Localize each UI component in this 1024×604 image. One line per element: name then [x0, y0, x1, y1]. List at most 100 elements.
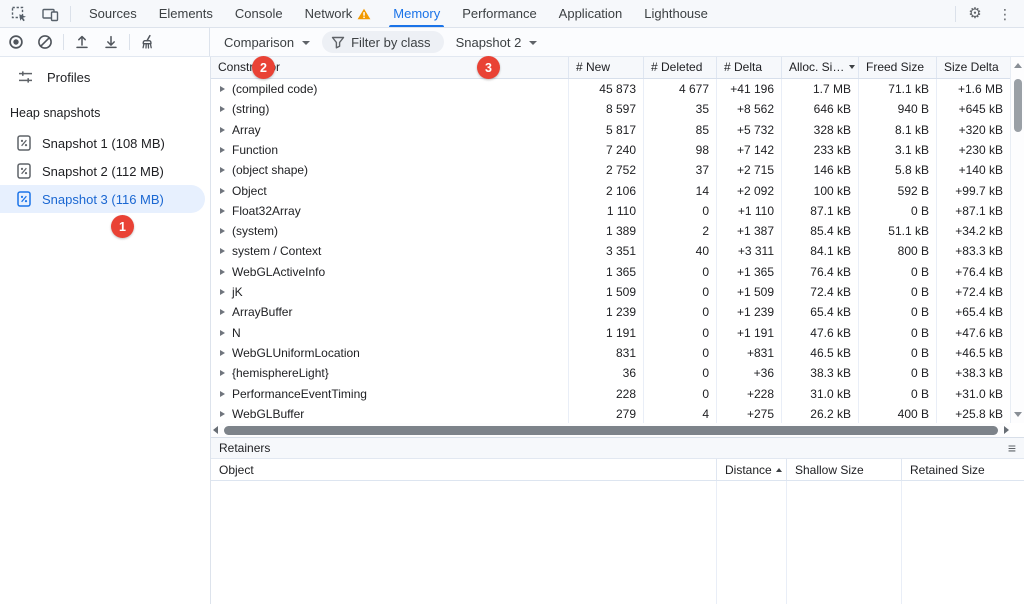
column-header-size-delta[interactable]: Size Delta: [937, 57, 1010, 78]
expand-arrow-icon[interactable]: [220, 207, 225, 214]
expand-arrow-icon[interactable]: [220, 410, 225, 417]
freed-size-cell: 0 B: [859, 281, 937, 303]
save-profile-button[interactable]: [98, 31, 124, 53]
size-delta-cell: +99.7 kB: [955, 183, 1003, 198]
scroll-down-arrow-icon[interactable]: [1014, 412, 1022, 417]
expand-arrow-icon[interactable]: [220, 349, 225, 356]
sidebar-item-snapshot-2[interactable]: Snapshot 2 (112 MB): [0, 157, 205, 185]
expand-arrow-icon[interactable]: [220, 167, 225, 174]
sidebar-item-profiles[interactable]: Profiles: [0, 63, 210, 91]
inspect-element-button[interactable]: [6, 3, 32, 25]
horizontal-scrollbar[interactable]: [211, 423, 1010, 437]
alloc-size-cell: 146 kB: [782, 160, 859, 181]
collect-garbage-button[interactable]: [135, 31, 161, 53]
column-header-delta[interactable]: # Delta: [717, 57, 782, 78]
expand-arrow-icon[interactable]: [220, 289, 225, 296]
sidebar-item-snapshot-3[interactable]: Snapshot 3 (116 MB): [0, 185, 205, 213]
table-row[interactable]: jK 1 509 0 +1 509 72.4 kB 0 B +72.4 kB: [211, 281, 1010, 303]
column-header-shallow-size[interactable]: Shallow Size: [787, 459, 902, 480]
vertical-scrollbar[interactable]: [1010, 57, 1024, 423]
constructor-cell: Float32Array: [211, 200, 569, 222]
alloc-size-cell: 328 kB: [782, 119, 859, 140]
scroll-up-arrow-icon[interactable]: [1014, 63, 1022, 68]
table-row[interactable]: WebGLUniformLocation 831 0 +831 46.5 kB …: [211, 342, 1010, 364]
expand-arrow-icon[interactable]: [220, 146, 225, 153]
delta-count-cell: +1 239: [717, 302, 782, 323]
table-row[interactable]: system / Context 3 351 40 +3 311 84.1 kB…: [211, 241, 1010, 262]
table-row[interactable]: ArrayBuffer 1 239 0 +1 239 65.4 kB 0 B +…: [211, 302, 1010, 323]
gear-icon: ⚙: [968, 5, 982, 22]
column-header-new[interactable]: # New: [569, 57, 644, 78]
tab-console[interactable]: Console: [224, 0, 294, 27]
table-row[interactable]: Function 7 240 98 +7 142 233 kB 3.1 kB +…: [211, 139, 1010, 161]
expand-arrow-icon[interactable]: [220, 126, 225, 133]
alloc-size-cell: 72.4 kB: [782, 281, 859, 303]
device-toolbar-button[interactable]: [37, 3, 63, 25]
scroll-right-arrow-icon[interactable]: [1004, 426, 1009, 435]
column-header-deleted[interactable]: # Deleted: [644, 57, 717, 78]
tab-elements[interactable]: Elements: [148, 0, 224, 27]
expand-arrow-icon[interactable]: [220, 390, 225, 397]
table-row[interactable]: (system) 1 389 2 +1 387 85.4 kB 51.1 kB …: [211, 221, 1010, 242]
baseline-snapshot-value: Snapshot 2: [455, 34, 522, 50]
pane-menu-icon[interactable]: ≡: [1008, 441, 1016, 455]
tab-performance[interactable]: Performance: [451, 0, 547, 27]
perspective-select[interactable]: Comparison: [221, 33, 313, 52]
scroll-left-arrow-icon[interactable]: [213, 426, 218, 435]
tab-label: Sources: [89, 6, 137, 21]
more-options-button[interactable]: ⋮: [992, 3, 1018, 25]
column-header-alloc-size[interactable]: Alloc. Si…: [782, 57, 859, 78]
expand-arrow-icon[interactable]: [220, 370, 225, 377]
table-row[interactable]: (compiled code) 45 873 4 677 +41 196 1.7…: [211, 78, 1010, 100]
tab-memory[interactable]: Memory: [382, 0, 451, 27]
freed-size-cell: 8.1 kB: [859, 119, 937, 140]
column-header-object[interactable]: Object: [211, 459, 717, 480]
table-row[interactable]: Float32Array 1 110 0 +1 110 87.1 kB 0 B …: [211, 200, 1010, 222]
delta-count-cell: +5 732: [717, 119, 782, 140]
settings-button[interactable]: ⚙: [962, 3, 988, 25]
clear-profiles-button[interactable]: [32, 31, 58, 53]
expand-arrow-icon[interactable]: [220, 228, 225, 235]
table-row[interactable]: PerformanceEventTiming 228 0 +228 31.0 k…: [211, 383, 1010, 404]
horizontal-scrollbar-thumb[interactable]: [224, 425, 998, 435]
tab-sources[interactable]: Sources: [78, 0, 148, 27]
table-row[interactable]: WebGLBuffer 279 4 +275 26.2 kB 400 B +25…: [211, 403, 1010, 424]
new-count-cell: 279: [569, 403, 644, 424]
tab-network[interactable]: Network: [294, 0, 383, 27]
record-heap-snapshot-button[interactable]: [3, 31, 29, 53]
deleted-count-cell: 0: [644, 342, 717, 364]
baseline-snapshot-select[interactable]: Snapshot 2: [453, 33, 541, 52]
profiles-label: Profiles: [47, 69, 91, 85]
tab-application[interactable]: Application: [548, 0, 634, 27]
table-row[interactable]: (string) 8 597 35 +8 562 646 kB 940 B +6…: [211, 99, 1010, 120]
column-header-label: # New: [576, 60, 611, 75]
deleted-count-cell: 0: [644, 322, 717, 343]
column-header-distance[interactable]: Distance: [717, 459, 787, 480]
table-row[interactable]: {hemisphereLight} 36 0 +36 38.3 kB 0 B +…: [211, 363, 1010, 384]
expand-arrow-icon[interactable]: [220, 248, 225, 255]
vertical-scrollbar-thumb[interactable]: [1013, 79, 1022, 132]
table-row[interactable]: (object shape) 2 752 37 +2 715 146 kB 5.…: [211, 160, 1010, 181]
new-count-cell: 831: [569, 342, 644, 364]
expand-arrow-icon[interactable]: [220, 106, 225, 113]
table-row[interactable]: Array 5 817 85 +5 732 328 kB 8.1 kB +320…: [211, 119, 1010, 140]
class-filter-input[interactable]: Filter by class: [322, 31, 444, 53]
expand-arrow-icon[interactable]: [220, 86, 225, 93]
sidebar-item-snapshot-1[interactable]: Snapshot 1 (108 MB): [0, 129, 205, 157]
table-row[interactable]: WebGLActiveInfo 1 365 0 +1 365 76.4 kB 0…: [211, 261, 1010, 282]
load-profile-button[interactable]: [69, 31, 95, 53]
column-header-freed-size[interactable]: Freed Size: [859, 57, 937, 78]
device-toolbar-icon: [41, 8, 58, 21]
deleted-count-cell: 2: [644, 221, 717, 242]
expand-arrow-icon[interactable]: [220, 268, 225, 275]
expand-arrow-icon[interactable]: [220, 187, 225, 194]
column-header-retained-size[interactable]: Retained Size: [902, 459, 1024, 480]
table-row[interactable]: N 1 191 0 +1 191 47.6 kB 0 B +47.6 kB: [211, 322, 1010, 343]
retainers-title-bar: Retainers ≡: [211, 438, 1024, 459]
size-delta-cell: +83.3 kB: [955, 244, 1003, 259]
grid-rows: (compiled code) 45 873 4 677 +41 196 1.7…: [211, 78, 1010, 424]
expand-arrow-icon[interactable]: [220, 329, 225, 336]
expand-arrow-icon[interactable]: [220, 309, 225, 316]
table-row[interactable]: Object 2 106 14 +2 092 100 kB 592 B +99.…: [211, 180, 1010, 201]
tab-lighthouse[interactable]: Lighthouse: [633, 0, 719, 27]
